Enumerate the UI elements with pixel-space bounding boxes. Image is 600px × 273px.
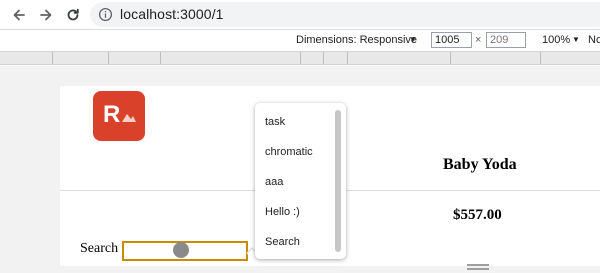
site-info-icon[interactable] [98, 7, 113, 22]
logo-mark-icon [122, 114, 136, 122]
zoom-dropdown[interactable]: 100% [542, 34, 570, 46]
caret-down-icon[interactable]: ▼ [409, 35, 417, 44]
ruler-divider [52, 52, 53, 64]
ruler-divider [540, 52, 541, 64]
height-input[interactable] [486, 32, 526, 48]
ruler-divider [300, 52, 301, 64]
forward-arrow-icon[interactable] [35, 4, 57, 26]
datalist-option[interactable]: Search [265, 236, 300, 248]
product-name: Baby Yoda [443, 156, 517, 173]
times-symbol: × [475, 34, 482, 46]
network-throttle-label[interactable]: Nc [588, 34, 600, 46]
ruler-divider [450, 52, 451, 64]
reload-icon[interactable] [62, 4, 84, 26]
logo-letter: R [103, 101, 121, 128]
ruler-divider [160, 52, 161, 64]
datalist-option[interactable]: task [265, 116, 285, 128]
back-arrow-icon[interactable] [8, 4, 30, 26]
datalist-option[interactable]: aaa [265, 176, 283, 188]
ruler-divider [108, 52, 109, 64]
address-bar[interactable]: localhost:3000/1 [90, 2, 600, 27]
caret-down-icon[interactable]: ▼ [572, 35, 580, 44]
datalist-option[interactable]: Hello :) [265, 206, 300, 218]
media-query-ruler[interactable] [0, 51, 600, 65]
dimensions-dropdown[interactable]: Dimensions: Responsive [296, 34, 417, 46]
product-price: $557.00 [453, 207, 502, 223]
resize-handle[interactable] [467, 264, 489, 270]
search-label: Search [80, 241, 119, 256]
width-input[interactable] [431, 32, 472, 48]
url-text: localhost:3000/1 [120, 6, 224, 22]
browser-toolbar: localhost:3000/1 [0, 0, 600, 30]
ruler-divider [323, 52, 324, 64]
datalist-dropdown[interactable]: task chromatic aaa Hello :) Search [255, 103, 346, 259]
touch-cursor-icon [173, 242, 189, 258]
datalist-option[interactable]: chromatic [265, 146, 313, 158]
app-logo: R [93, 91, 145, 141]
ruler-divider [347, 52, 348, 64]
dropdown-scrollbar[interactable] [335, 110, 341, 252]
device-toolbar: Dimensions: Responsive ▼ × 100% ▼ Nc [0, 31, 600, 51]
